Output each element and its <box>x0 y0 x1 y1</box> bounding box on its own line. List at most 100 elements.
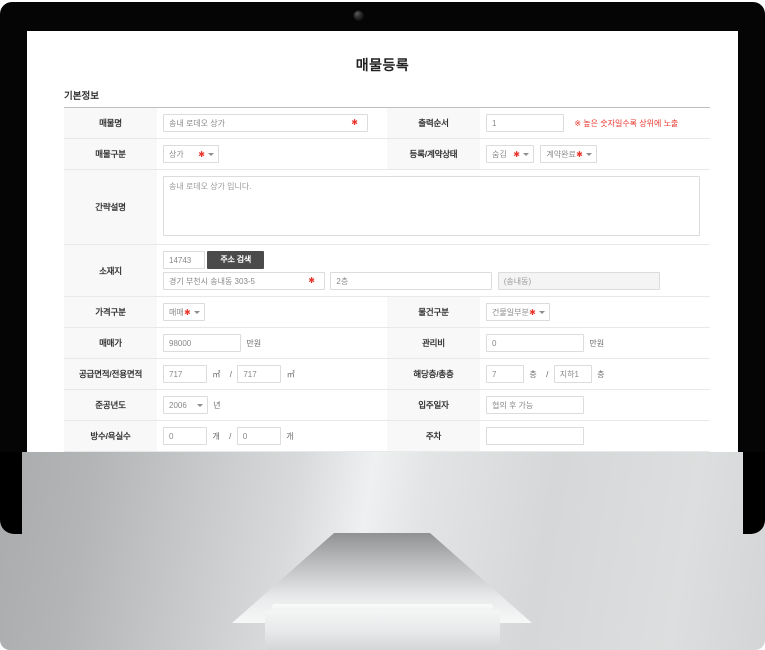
table-row-name-order: 매물명 ✱ 출력순서 ※ 높은 숫자일수록 상위에 노출 <box>64 107 710 139</box>
field-registration-status-cell: 숨김 ✱ 계약완료 ✱ <box>480 138 710 170</box>
build-year-value: 2006 <box>169 401 187 410</box>
label-description: 간략설명 <box>64 169 157 245</box>
chin-right-notch <box>743 452 765 534</box>
address-main-wrap: ✱ <box>163 272 325 290</box>
price-type-select[interactable]: 매매 ✱ <box>163 303 205 321</box>
label-floor: 해당층/총층 <box>387 358 480 390</box>
property-category-select[interactable]: 상가 ✱ <box>163 145 219 163</box>
required-asterisk-icon: ✱ <box>576 150 583 159</box>
table-row-buildyear-movein: 준공년도 2006 년 입주일자 <box>64 389 710 421</box>
required-asterisk-icon: ✱ <box>198 150 205 159</box>
current-floor-input[interactable] <box>486 365 524 383</box>
field-price-type-cell: 매매 ✱ <box>157 296 387 328</box>
contract-status-select[interactable]: 계약완료 ✱ <box>540 145 597 163</box>
label-price-type: 가격구분 <box>64 296 157 328</box>
property-name-input[interactable] <box>163 114 368 132</box>
description-textarea[interactable]: 송내 로데오 상가 입니다. <box>163 176 700 236</box>
label-property-type: 물건구분 <box>387 296 480 328</box>
address-main-input[interactable] <box>163 272 325 290</box>
field-property-name-cell: ✱ <box>157 107 387 139</box>
area-slash: / <box>229 369 232 379</box>
total-floor-input[interactable] <box>553 365 592 383</box>
webcam-icon <box>354 11 363 20</box>
screen-viewport: 매물등록 기본정보 매물명 ✱ 출력순서 <box>27 31 738 452</box>
required-asterisk-icon: ✱ <box>308 276 315 285</box>
rooms-slash: / <box>229 431 232 441</box>
field-rooms-cell: 개 / 개 <box>157 420 387 452</box>
sale-price-unit: 만원 <box>246 338 262 348</box>
sale-price-input[interactable] <box>163 334 241 352</box>
chevron-down-icon <box>196 404 203 407</box>
registration-status-select[interactable]: 숨김 ✱ <box>486 145 534 163</box>
address-search-button[interactable]: 주소 검색 <box>207 251 265 269</box>
required-asterisk-icon: ✱ <box>529 308 536 317</box>
exclusive-area-input[interactable] <box>237 365 282 383</box>
table-row-rooms-parking: 방수/욕실수 개 / 개 주차 <box>64 420 710 452</box>
chevron-down-icon <box>193 311 200 314</box>
label-area: 공급면적/전용면적 <box>64 358 157 390</box>
label-sale-price: 매매가 <box>64 327 157 359</box>
field-property-category-cell: 상가 ✱ <box>157 138 387 170</box>
chevron-down-icon <box>585 153 592 156</box>
address-detail-input[interactable] <box>330 272 493 290</box>
chevron-down-icon <box>538 311 545 314</box>
maintenance-fee-unit: 만원 <box>589 338 605 348</box>
rooms-count-input[interactable] <box>163 427 207 445</box>
field-build-year-cell: 2006 년 <box>157 389 387 421</box>
rooms-count-unit: 개 <box>212 431 220 441</box>
field-parking-cell <box>480 420 710 452</box>
label-maintenance-fee: 관리비 <box>387 327 480 359</box>
field-maintenance-fee-cell: 만원 <box>480 327 710 359</box>
supply-area-input[interactable] <box>163 365 207 383</box>
registration-status-value: 숨김 <box>492 150 507 159</box>
build-year-unit: 년 <box>213 400 221 410</box>
contract-status-value: 계약완료 <box>546 150 576 159</box>
label-registration-status: 등록/계약상태 <box>387 138 480 170</box>
property-category-value: 상가 <box>169 150 184 159</box>
exclusive-area-unit: ㎡ <box>286 369 295 379</box>
address-line-1: 주소 검색 <box>163 251 710 269</box>
table-row-price-fee: 매매가 만원 관리비 만원 <box>64 327 710 359</box>
floor-slash: / <box>546 369 549 379</box>
property-type-value: 건물일부분 <box>492 308 529 317</box>
bathrooms-count-input[interactable] <box>236 427 281 445</box>
property-registration-page: 매물등록 기본정보 매물명 ✱ 출력순서 <box>27 31 738 452</box>
table-row-description: 간략설명 송내 로데오 상가 입니다. <box>64 169 710 245</box>
property-type-select[interactable]: 건물일부분 ✱ <box>486 303 550 321</box>
required-asterisk-icon: ✱ <box>351 118 358 127</box>
field-sale-price-cell: 만원 <box>157 327 387 359</box>
total-floor-unit: 층 <box>597 369 605 379</box>
price-type-value: 매매 <box>169 308 184 317</box>
table-row-address: 소재지 주소 검색 ✱ <box>64 244 710 297</box>
monitor-stand-base <box>265 610 500 650</box>
bathrooms-count-unit: 개 <box>286 431 294 441</box>
label-property-category: 매물구분 <box>64 138 157 170</box>
current-floor-unit: 층 <box>529 369 537 379</box>
label-rooms: 방수/욕실수 <box>64 420 157 452</box>
field-description-cell: 송내 로데오 상가 입니다. <box>157 169 710 245</box>
field-move-in-date-cell <box>480 389 710 421</box>
address-line-2: ✱ <box>163 272 710 290</box>
field-output-order-cell: ※ 높은 숫자일수록 상위에 노출 <box>480 107 710 139</box>
maintenance-fee-input[interactable] <box>486 334 584 352</box>
label-parking: 주차 <box>387 420 480 452</box>
label-address: 소재지 <box>64 244 157 297</box>
field-area-cell: ㎡ / ㎡ <box>157 358 387 390</box>
label-build-year: 준공년도 <box>64 389 157 421</box>
parking-input[interactable] <box>486 427 584 445</box>
section-title-basic-info: 기본정보 <box>64 91 99 102</box>
supply-area-unit: ㎡ <box>212 369 221 379</box>
required-asterisk-icon: ✱ <box>184 308 191 317</box>
monitor-frame: 매물등록 기본정보 매물명 ✱ 출력순서 <box>0 0 765 650</box>
build-year-select[interactable]: 2006 <box>163 396 208 414</box>
chin-left-notch <box>0 452 22 534</box>
postal-code-input[interactable] <box>163 251 205 269</box>
table-row-price-type-property-type: 가격구분 매매 ✱ 물건구분 건물일부분 ✱ <box>64 296 710 328</box>
table-row-area-floor: 공급면적/전용면적 ㎡ / ㎡ 해당층/총층 층 / 층 <box>64 358 710 390</box>
page-title: 매물등록 <box>355 57 410 73</box>
output-order-note: ※ 높은 숫자일수록 상위에 노출 <box>574 118 679 128</box>
move-in-date-input[interactable] <box>486 396 584 414</box>
label-move-in-date: 입주일자 <box>387 389 480 421</box>
field-floor-cell: 층 / 층 <box>480 358 710 390</box>
output-order-input[interactable] <box>486 114 564 132</box>
